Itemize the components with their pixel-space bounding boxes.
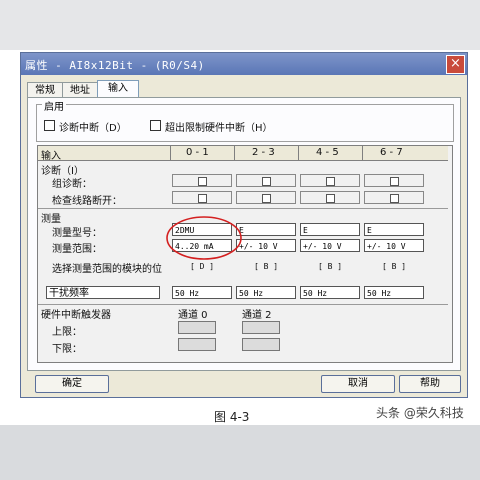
tab-general[interactable]: 常规 [27, 82, 63, 98]
parameter-grid: 输入 0 - 1 2 - 3 4 - 5 6 - 7 诊断（I） 组诊断： 检查… [37, 145, 453, 363]
lower-limit-ch2-field[interactable] [242, 338, 280, 351]
group-diag-checkbox-0-1[interactable] [198, 177, 207, 186]
group-diag-cell [172, 174, 232, 187]
header-divider [234, 146, 235, 160]
module-pos-0-1: [ D ] [190, 262, 215, 271]
measure-type-label: 测量型号： [52, 228, 102, 239]
limit-interrupt-checkbox[interactable] [150, 120, 161, 131]
close-button[interactable]: × [446, 55, 465, 74]
diag-interrupt-checkbox[interactable] [44, 120, 55, 131]
group-diag-checkbox-2-3[interactable] [262, 177, 271, 186]
background-top [0, 0, 480, 50]
lower-limit-ch0-field[interactable] [178, 338, 216, 351]
wire-break-checkbox-6-7[interactable] [390, 194, 399, 203]
window-title: 属性 - AI8x12Bit - (R0/S4) [25, 59, 205, 72]
upper-limit-ch2-field[interactable] [242, 321, 280, 334]
channel-2-label: 通道 2 [242, 310, 272, 321]
header-divider [362, 146, 363, 160]
header-input: 输入 [41, 151, 61, 162]
measure-type-2-3[interactable]: E [236, 223, 296, 236]
figure-caption: 图 4-3 [214, 410, 250, 424]
enable-group-label: 启用 [42, 98, 66, 113]
interference-label: 干扰频率 [46, 286, 160, 299]
upper-limit-label: 上限： [52, 327, 82, 338]
measure-range-6-7[interactable]: +/- 10 V [364, 239, 424, 252]
wire-break-label: 检查线路断开： [52, 196, 122, 207]
group-diag-label: 组诊断： [52, 179, 92, 190]
group-diag-cell [300, 174, 360, 187]
grid-header: 输入 0 - 1 2 - 3 4 - 5 6 - 7 [38, 146, 448, 162]
watermark: 头条 @荣久科技 [376, 406, 464, 420]
upper-limit-ch0-field[interactable] [178, 321, 216, 334]
background-bottom [0, 425, 480, 480]
channel-0-label: 通道 0 [178, 310, 208, 321]
wire-break-cell [364, 191, 424, 204]
measure-type-4-5[interactable]: E [300, 223, 360, 236]
wire-break-checkbox-2-3[interactable] [262, 194, 271, 203]
header-ch-6-7: 6 - 7 [380, 147, 403, 158]
section-divider [38, 208, 448, 209]
group-diag-cell [364, 174, 424, 187]
properties-dialog: 属性 - AI8x12Bit - (R0/S4) × 常规 地址 输入 启用 诊… [20, 52, 468, 398]
measure-range-label: 测量范围： [52, 244, 102, 255]
module-pos-label: 选择测量范围的模块的位 [52, 264, 162, 275]
ok-button[interactable]: 确定 [35, 375, 109, 393]
hw-interrupt-label: 硬件中断触发器 [41, 310, 111, 321]
module-pos-2-3: [ B ] [254, 262, 279, 271]
group-diag-cell [236, 174, 296, 187]
header-ch-2-3: 2 - 3 [252, 147, 275, 158]
tab-address[interactable]: 地址 [62, 82, 98, 98]
interference-2-3[interactable]: 50 Hz [236, 286, 296, 299]
limit-interrupt-label: 超出限制硬件中断（H） [165, 123, 273, 134]
wire-break-cell [300, 191, 360, 204]
measure-range-2-3[interactable]: +/- 10 V [236, 239, 296, 252]
interference-4-5[interactable]: 50 Hz [300, 286, 360, 299]
header-ch-0-1: 0 - 1 [186, 147, 209, 158]
title-bar: 属性 - AI8x12Bit - (R0/S4) × [21, 53, 467, 75]
measure-range-4-5[interactable]: +/- 10 V [300, 239, 360, 252]
measure-label: 测量 [41, 214, 61, 225]
lower-limit-label: 下限： [52, 344, 82, 355]
module-pos-6-7: [ B ] [382, 262, 407, 271]
header-divider [298, 146, 299, 160]
measure-type-6-7[interactable]: E [364, 223, 424, 236]
group-diag-checkbox-4-5[interactable] [326, 177, 335, 186]
wire-break-cell [172, 191, 232, 204]
cancel-button[interactable]: 取消 [321, 375, 395, 393]
section-divider [38, 304, 448, 305]
header-ch-4-5: 4 - 5 [316, 147, 339, 158]
wire-break-checkbox-0-1[interactable] [198, 194, 207, 203]
wire-break-cell [236, 191, 296, 204]
header-divider [170, 146, 171, 160]
help-button[interactable]: 帮助 [399, 375, 461, 393]
red-annotation-circle [166, 216, 242, 260]
module-pos-4-5: [ B ] [318, 262, 343, 271]
interference-6-7[interactable]: 50 Hz [364, 286, 424, 299]
wire-break-checkbox-4-5[interactable] [326, 194, 335, 203]
interference-0-1[interactable]: 50 Hz [172, 286, 232, 299]
diag-interrupt-label: 诊断中断（D） [59, 123, 127, 134]
group-diag-checkbox-6-7[interactable] [390, 177, 399, 186]
